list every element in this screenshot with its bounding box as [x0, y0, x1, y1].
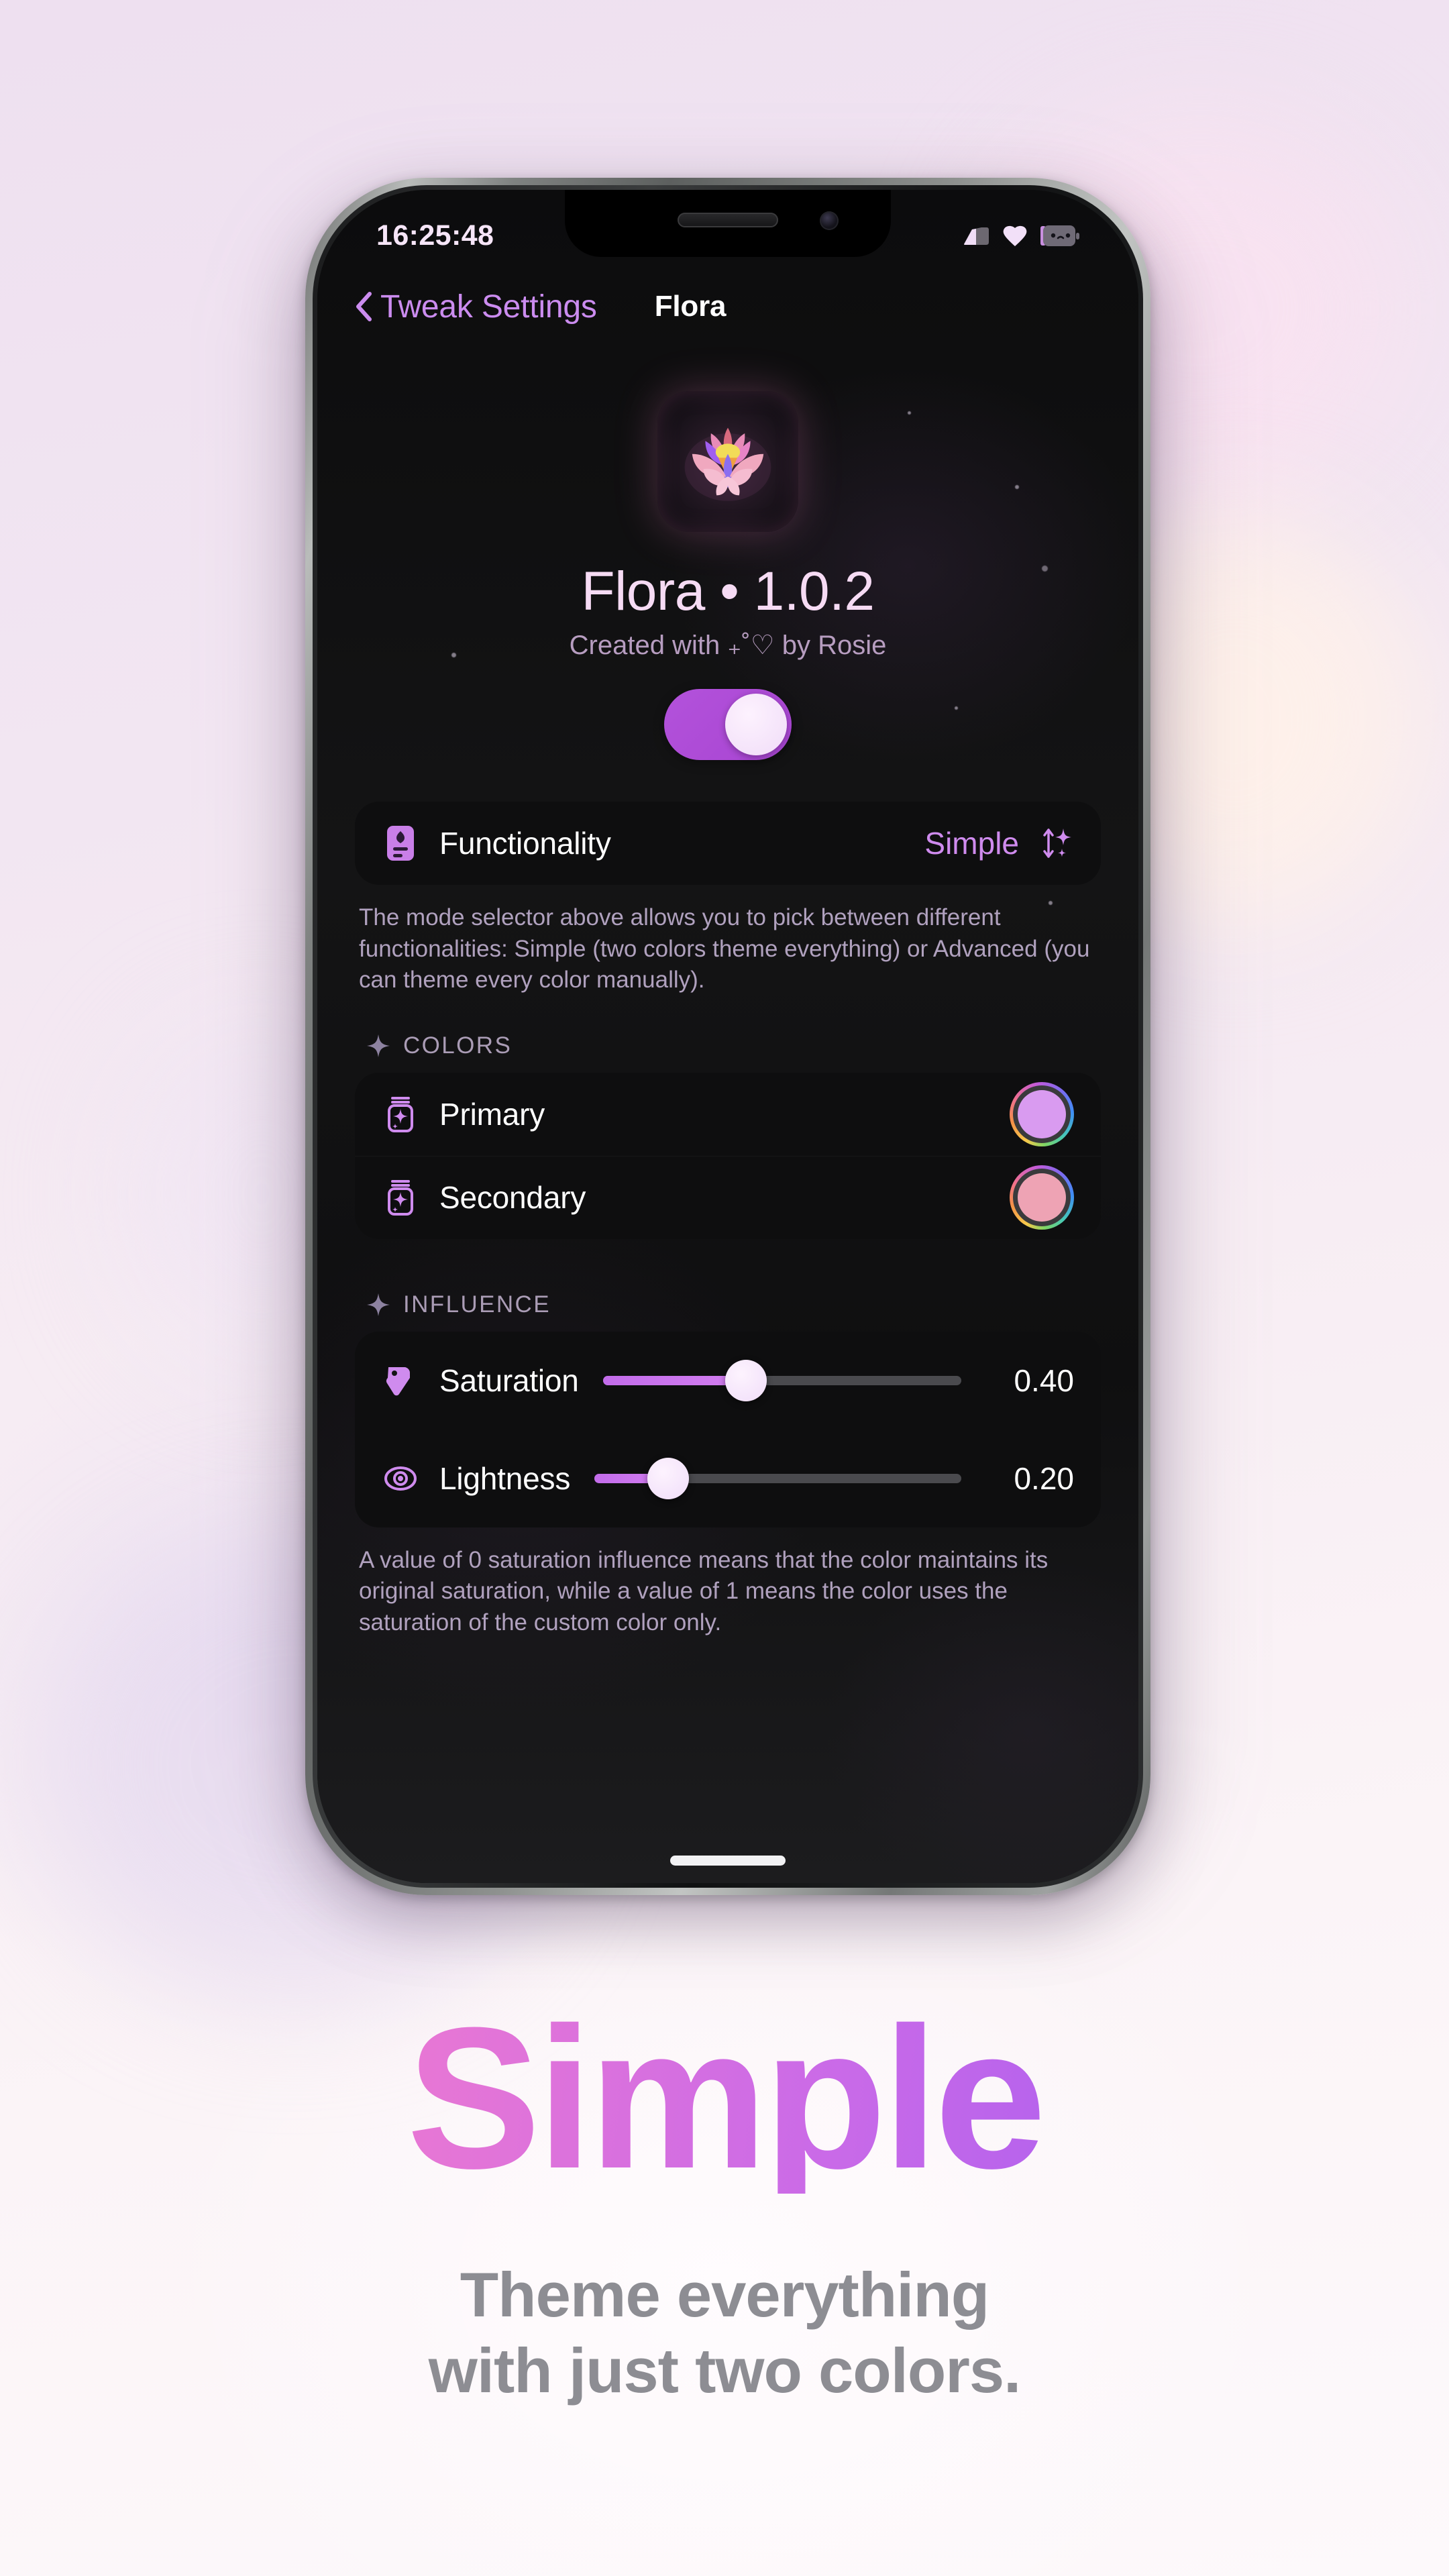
page-root: 16:25:48 Tweak Settings Flora Flora • 1.…	[0, 0, 1449, 2576]
slider-label: Saturation	[439, 1362, 579, 1398]
chevron-left-icon	[356, 292, 372, 321]
status-bar: 16:25:48	[317, 214, 1138, 257]
slider-thumb[interactable]	[725, 1359, 767, 1401]
saturation-value: 0.40	[1014, 1362, 1074, 1398]
marketing-subtitle: Theme everything with just two colors.	[0, 2257, 1449, 2409]
sparkle-icon	[367, 1293, 390, 1316]
eye-icon	[382, 1460, 419, 1497]
back-button-label: Tweak Settings	[380, 288, 597, 325]
lightness-slider[interactable]	[594, 1457, 961, 1499]
swatch-fill	[1018, 1089, 1066, 1138]
subtitle-line-1: Theme everything	[460, 2259, 989, 2330]
sparkle-icon	[367, 1034, 390, 1057]
slider-label: Lightness	[439, 1460, 571, 1496]
color-row-label: Secondary	[439, 1179, 586, 1215]
saturation-slider-row[interactable]: Saturation 0.40	[355, 1332, 1101, 1430]
color-jar-icon	[382, 1179, 419, 1216]
status-clock: 16:25:48	[376, 219, 494, 252]
subtitle-line-2: with just two colors.	[428, 2334, 1021, 2406]
mode-card-icon	[382, 824, 419, 862]
functionality-footnote: The mode selector above allows you to pi…	[359, 904, 1090, 994]
home-indicator[interactable]	[670, 1856, 786, 1866]
influence-card: Saturation 0.40 Lightness 0.20	[355, 1331, 1101, 1527]
slider-fill	[602, 1375, 747, 1385]
saturation-slider[interactable]	[602, 1359, 961, 1401]
battery-icon	[1040, 225, 1079, 246]
functionality-value: Simple	[924, 826, 1019, 861]
colors-section-header: COLORS	[367, 1032, 1138, 1059]
up-down-sparkle-icon	[1043, 828, 1071, 858]
functionality-label: Functionality	[439, 826, 611, 861]
functionality-row[interactable]: Functionality Simple	[355, 802, 1101, 885]
app-icon	[657, 391, 798, 532]
settings-scroll-view[interactable]: Flora • 1.0.2 Created with ₊˚♡ by Rosie	[317, 344, 1138, 1883]
influence-section-title: INFLUENCE	[403, 1291, 551, 1318]
color-jar-icon	[382, 1095, 419, 1133]
lightness-slider-row[interactable]: Lightness 0.20	[355, 1430, 1101, 1527]
navigation-bar: Tweak Settings Flora	[317, 276, 1138, 337]
secondary-color-swatch[interactable]	[1010, 1165, 1074, 1230]
marketing-headline: Simple	[0, 1997, 1449, 2198]
slider-thumb[interactable]	[647, 1457, 689, 1499]
influence-footnote: A value of 0 saturation influence means …	[359, 1546, 1049, 1635]
primary-color-swatch[interactable]	[1010, 1081, 1074, 1146]
color-row-label: Primary	[439, 1096, 545, 1132]
tag-icon	[382, 1362, 419, 1399]
colors-card: Primary Secondary	[355, 1072, 1101, 1239]
master-enable-toggle[interactable]	[664, 689, 792, 760]
app-hero: Flora • 1.0.2 Created with ₊˚♡ by Rosie	[317, 344, 1138, 760]
back-button[interactable]: Tweak Settings	[355, 288, 597, 325]
color-row-primary[interactable]: Primary	[355, 1073, 1101, 1156]
color-row-secondary[interactable]: Secondary	[355, 1156, 1101, 1239]
app-title: Flora • 1.0.2	[581, 561, 875, 622]
swatch-fill	[1018, 1173, 1066, 1222]
wifi-icon	[1003, 225, 1027, 246]
app-credit: Created with ₊˚♡ by Rosie	[569, 631, 887, 660]
cellular-signal-icon	[964, 227, 989, 245]
phone-screen: 16:25:48 Tweak Settings Flora Flora • 1.…	[317, 190, 1138, 1883]
toggle-knob	[725, 694, 787, 755]
phone-bezel: 16:25:48 Tweak Settings Flora Flora • 1.…	[313, 185, 1143, 1888]
lightness-value: 0.20	[1014, 1460, 1074, 1496]
lotus-flower-icon	[684, 427, 771, 501]
functionality-card: Functionality Simple	[355, 802, 1101, 885]
status-icon-group	[961, 224, 1079, 247]
phone-device-frame: 16:25:48 Tweak Settings Flora Flora • 1.…	[305, 178, 1150, 1895]
influence-section-header: INFLUENCE	[367, 1291, 1138, 1318]
page-title: Flora	[654, 290, 727, 323]
colors-section-title: COLORS	[403, 1032, 513, 1059]
